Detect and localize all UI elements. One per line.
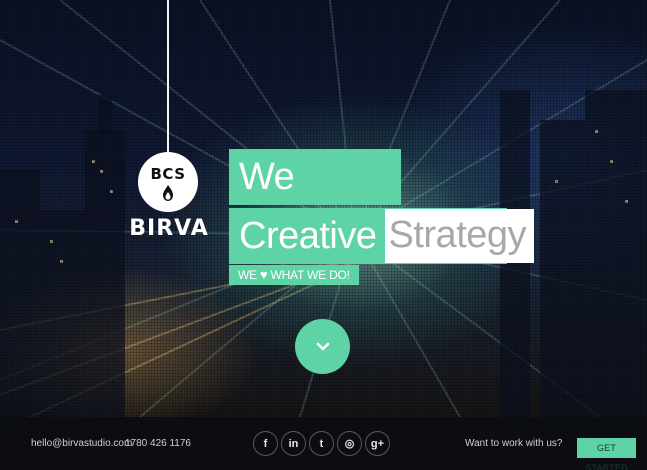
tagline-suffix: WHAT WE DO! [270, 268, 350, 282]
footer-cta-prompt: Want to work with us? [465, 438, 563, 449]
facebook-icon[interactable]: f [253, 431, 278, 456]
headline-line-2: Creative Strategy [229, 208, 535, 264]
logo-hanging-line [167, 0, 169, 160]
linkedin-icon[interactable]: in [281, 431, 306, 456]
get-started-button[interactable]: GET STARTED [577, 438, 636, 470]
tagline-prefix: WE [238, 268, 257, 282]
heart-icon: ♥ [259, 267, 268, 282]
logo-badge[interactable]: BCS [138, 152, 198, 212]
google-plus-icon[interactable]: g+ [365, 431, 390, 456]
social-links: f in t ◎ g+ [253, 431, 390, 456]
footer-bar: hello@birvastudio.com 1780 426 1176 f in… [0, 417, 647, 470]
footer-phone: 1780 426 1176 [125, 438, 191, 449]
footer-email-link[interactable]: hello@birvastudio.com [31, 417, 132, 470]
logo-mark-text: BCS [150, 164, 186, 183]
scroll-down-button[interactable] [295, 319, 350, 374]
headline-line-1: We design [229, 149, 401, 254]
headline-word-creative: Creative [239, 215, 377, 257]
flame-icon [163, 184, 173, 201]
chevron-down-icon [316, 342, 329, 350]
twitter-icon[interactable]: t [309, 431, 334, 456]
headline-word-strategy: Strategy [384, 209, 535, 263]
dribbble-icon[interactable]: ◎ [337, 431, 362, 456]
tagline: WE ♥ WHAT WE DO! [229, 265, 359, 285]
brand-name: Birva [129, 216, 209, 241]
